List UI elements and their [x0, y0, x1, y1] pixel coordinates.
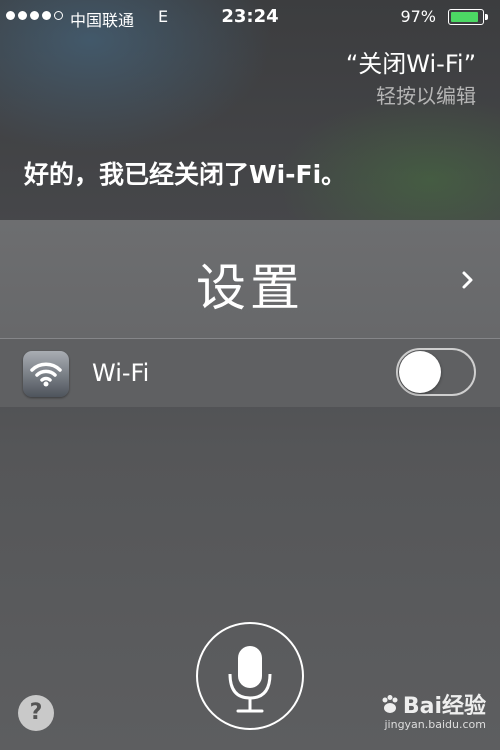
help-button[interactable]: ? [18, 695, 54, 731]
watermark-url: jingyan.baidu.com [384, 718, 486, 731]
siri-mic-button[interactable] [196, 622, 304, 730]
paw-icon [382, 695, 398, 713]
battery-tip [485, 14, 488, 20]
siri-response: 好的，我已经关闭了Wi-Fi。 [24, 160, 347, 189]
chevron-right-icon[interactable] [460, 268, 476, 292]
wifi-label: Wi-Fi [92, 359, 150, 387]
tap-to-edit-hint[interactable]: 轻按以编辑 [376, 80, 476, 109]
wifi-icon [30, 362, 62, 387]
status-bar: 中国联通 E 23:24 97% [0, 0, 500, 34]
microphone-icon [228, 646, 272, 713]
wifi-settings-icon [23, 351, 69, 397]
toggle-knob[interactable] [399, 351, 441, 393]
battery-percent: 97% [400, 7, 436, 26]
watermark-brand-text: Bai经验 [402, 694, 486, 719]
battery-fill [451, 12, 478, 22]
watermark: Bai经验 jingyan.baidu.com [379, 688, 486, 731]
wifi-toggle[interactable] [396, 348, 476, 396]
siri-user-query[interactable]: “关闭Wi-Fi” [346, 44, 476, 79]
battery-icon [448, 9, 488, 25]
watermark-brand: Bai经验 [379, 688, 486, 720]
settings-title[interactable]: 设置 [0, 248, 500, 320]
